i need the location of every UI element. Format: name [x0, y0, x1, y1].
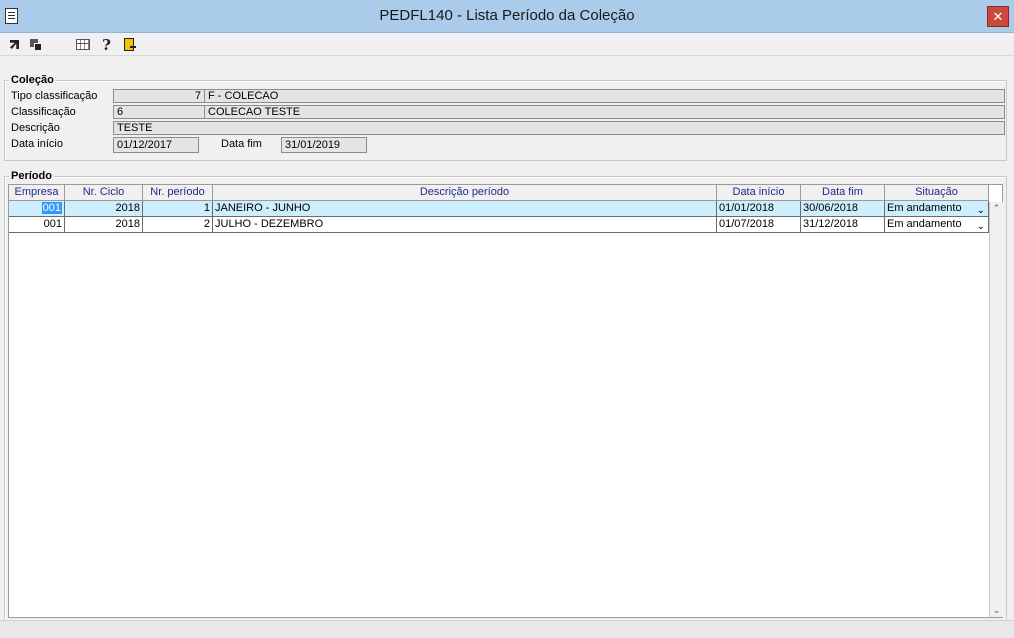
table-row-cell-descricao[interactable]: JANEIRO - JUNHO: [213, 201, 717, 217]
periodo-legend: Período: [11, 170, 52, 182]
vertical-scrollbar[interactable]: ⌃ ⌄: [989, 202, 1003, 617]
situacao-dropdown[interactable]: Em andamento ⌄: [885, 201, 989, 217]
situacao-dropdown[interactable]: Em andamento ⌄: [885, 217, 989, 233]
tipo-classificacao-code-field[interactable]: 7: [113, 89, 205, 103]
column-header-descricao-periodo[interactable]: Descrição período: [213, 185, 717, 201]
table-row-cell-descricao[interactable]: JULHO - DEZEMBRO: [213, 217, 717, 233]
grid-view-button[interactable]: [74, 36, 91, 53]
table-row-cell-fim[interactable]: 30/06/2018: [801, 201, 885, 217]
table-row-cell-empresa[interactable]: 001: [9, 217, 65, 233]
chevron-down-icon[interactable]: ⌄: [977, 203, 985, 216]
empresa-selected-text[interactable]: 001: [41, 202, 62, 214]
status-strip: [0, 620, 1014, 638]
column-header-situacao[interactable]: Situação: [885, 185, 989, 201]
tipo-classificacao-label: Tipo classificação: [11, 90, 98, 102]
column-header-data-inicio[interactable]: Data início: [717, 185, 801, 201]
exit-button[interactable]: [120, 36, 137, 53]
table-row-cell-periodo[interactable]: 1: [143, 201, 213, 217]
window-title: PEDFL140 - Lista Período da Coleção: [379, 7, 635, 24]
data-fim-field[interactable]: 31/01/2019: [281, 137, 367, 153]
descricao-field[interactable]: TESTE: [113, 121, 1005, 135]
chevron-down-icon[interactable]: ⌄: [977, 219, 985, 232]
data-inicio-field[interactable]: 01/12/2017: [113, 137, 199, 153]
scroll-down-icon[interactable]: ⌄: [990, 604, 1003, 617]
table-row-cell-empresa[interactable]: 001: [9, 201, 65, 217]
table-row-cell-ciclo[interactable]: 2018: [65, 217, 143, 233]
exit-door-icon: [123, 38, 136, 51]
table-row-cell-inicio[interactable]: 01/01/2018: [717, 201, 801, 217]
data-inicio-label: Data início: [11, 138, 63, 150]
grid-icon: [75, 39, 90, 50]
copy-icon: [29, 38, 42, 51]
help-icon: ?: [102, 35, 111, 54]
classificacao-label: Classificação: [11, 106, 76, 118]
help-button[interactable]: ?: [98, 35, 115, 54]
table-row-cell-inicio[interactable]: 01/07/2018: [717, 217, 801, 233]
column-header-nr-ciclo[interactable]: Nr. Ciclo: [65, 185, 143, 201]
situacao-value: Em andamento: [887, 202, 962, 214]
column-header-empresa[interactable]: Empresa: [9, 185, 65, 201]
table-row-cell-fim[interactable]: 31/12/2018: [801, 217, 885, 233]
scroll-up-icon[interactable]: ⌃: [990, 202, 1003, 215]
descricao-label: Descrição: [11, 122, 60, 134]
toolbar: ?: [0, 33, 1014, 56]
close-button[interactable]: ✕: [987, 6, 1009, 27]
colecao-legend: Coleção: [11, 74, 54, 86]
tipo-classificacao-desc-field: F - COLECAO: [204, 89, 1005, 103]
column-header-nr-periodo[interactable]: Nr. período: [143, 185, 213, 201]
data-fim-label: Data fim: [221, 138, 262, 150]
classificacao-code-field[interactable]: 6: [113, 105, 205, 119]
copy-button[interactable]: [27, 36, 44, 53]
classificacao-desc-field: COLECAO TESTE: [204, 105, 1005, 119]
periodo-table: Empresa Nr. Ciclo Nr. período Descrição …: [8, 184, 1003, 618]
table-row-cell-periodo[interactable]: 2: [143, 217, 213, 233]
select-arrow-icon: [10, 40, 19, 49]
column-header-data-fim[interactable]: Data fim: [801, 185, 885, 201]
select-arrow-button[interactable]: [6, 36, 23, 53]
title-bar: PEDFL140 - Lista Período da Coleção ✕: [0, 0, 1014, 33]
situacao-value: Em andamento: [887, 218, 962, 230]
table-row-cell-ciclo[interactable]: 2018: [65, 201, 143, 217]
